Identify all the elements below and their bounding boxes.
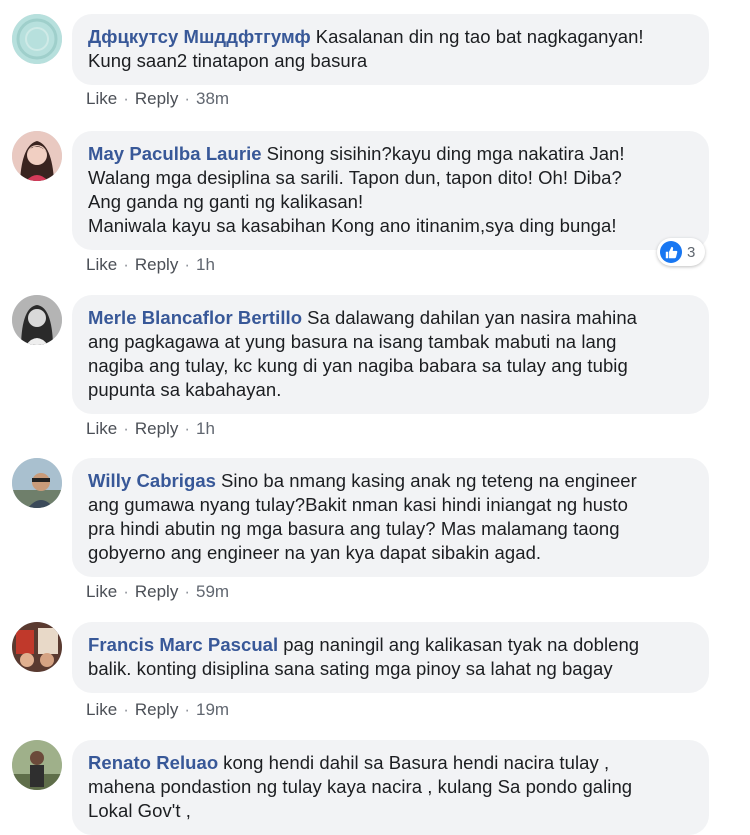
comment-text: kong hendi dahil sa Basura hendi nacira … [223, 752, 610, 773]
comment-author[interactable]: Francis Marc Pascual [88, 634, 278, 655]
separator-dot: · [123, 89, 129, 108]
comment-bubble: Дфцкутсу Мшддфтгумф Kasalanan din ng tao … [72, 14, 709, 85]
like-link[interactable]: Like [86, 89, 117, 108]
avatar-image [12, 622, 62, 672]
comment-actions: Like · Reply · 59m [86, 581, 229, 603]
comment-actions: Like · Reply · 38m [86, 88, 229, 110]
reply-link[interactable]: Reply [135, 582, 178, 601]
comment-time[interactable]: 19m [196, 700, 229, 719]
separator-dot: · [123, 582, 129, 601]
avatar[interactable] [12, 14, 62, 64]
comment-text: balik. konting disiplina sana sating mga… [88, 658, 613, 679]
separator-dot: · [123, 419, 129, 438]
comment-time[interactable]: 59m [196, 582, 229, 601]
reaction-count: 3 [687, 243, 696, 261]
comment-author[interactable]: Merle Blancaflor Bertillo [88, 307, 302, 328]
avatar-image [12, 131, 62, 181]
comment-time[interactable]: 1h [196, 419, 215, 438]
separator-dot: · [123, 255, 129, 274]
comment-text: gobyerno ang engineer na yan kya dapat s… [88, 542, 542, 563]
reply-link[interactable]: Reply [135, 255, 178, 274]
reply-link[interactable]: Reply [135, 89, 178, 108]
separator-dot: · [184, 255, 190, 274]
comment-author[interactable]: May Paculba Laurie [88, 143, 262, 164]
like-link[interactable]: Like [86, 255, 117, 274]
comment-bubble: Renato Reluao kong hendi dahil sa Basura … [72, 740, 709, 835]
comment-text: Maniwala kayu sa kasabihan Kong ano itin… [88, 215, 617, 236]
comment-actions: Like · Reply · 1h [86, 418, 215, 440]
comment-text: mahena pondastion ng tulay kaya nacira ,… [88, 776, 633, 797]
reply-link[interactable]: Reply [135, 419, 178, 438]
comment-text: Kasalanan din ng tao bat nagkaganyan! [315, 26, 644, 47]
avatar-image [12, 740, 62, 790]
comment-text: ang gumawa nyang tulay?Bakit nman kasi h… [88, 494, 628, 515]
reaction-count-badge[interactable]: 3 [657, 238, 705, 266]
comment-text: pra hindi abutin ng mga basura ang tulay… [88, 518, 620, 539]
comment-text: pupunta sa kabahayan. [88, 379, 282, 400]
comment-text: Lokal Gov't , [88, 800, 191, 821]
separator-dot: · [184, 419, 190, 438]
comment-bubble: Francis Marc Pascual pag naningil ang kal… [72, 622, 709, 693]
comment-text: nagiba ang tulay, kc kung di yan nagiba … [88, 355, 628, 376]
comment-text: Sa dalawang dahilan yan nasira mahina [307, 307, 637, 328]
avatar-image [12, 458, 62, 508]
comment-bubble: Merle Blancaflor Bertillo Sa dalawang dah… [72, 295, 709, 414]
comment-time[interactable]: 1h [196, 255, 215, 274]
separator-dot: · [184, 700, 190, 719]
like-thumb-icon [660, 241, 682, 263]
reply-link[interactable]: Reply [135, 700, 178, 719]
comment-text: pag naningil ang kalikasan tyak na doble… [283, 634, 640, 655]
avatar[interactable] [12, 458, 62, 508]
comment-text: Sinong sisihin?kayu ding mga nakatira Ja… [266, 143, 625, 164]
comment-bubble: May Paculba Laurie Sinong sisihin?kayu di… [72, 131, 709, 250]
comment-author[interactable]: Renato Reluao [88, 752, 218, 773]
comment-text: ang pagkagawa at yung basura na isang ta… [88, 331, 617, 352]
comment-text: Kung saan2 tinatapon ang basura [88, 50, 368, 71]
separator-dot: · [184, 582, 190, 601]
comment-time[interactable]: 38m [196, 89, 229, 108]
comment-author[interactable]: Дфцкутсу Мшддфтгумф [88, 26, 311, 47]
avatar[interactable] [12, 131, 62, 181]
avatar[interactable] [12, 295, 62, 345]
like-link[interactable]: Like [86, 582, 117, 601]
comment-actions: Like · Reply · 1h [86, 254, 215, 276]
separator-dot: · [123, 700, 129, 719]
avatar-image [12, 14, 62, 64]
like-link[interactable]: Like [86, 700, 117, 719]
avatar[interactable] [12, 740, 62, 790]
like-link[interactable]: Like [86, 419, 117, 438]
comment-bubble: Willy Cabrigas Sino ba nmang kasing anak … [72, 458, 709, 577]
comment-author[interactable]: Willy Cabrigas [88, 470, 216, 491]
separator-dot: · [184, 89, 190, 108]
comment-text: Walang mga desiplina sa sarili. Tapon du… [88, 167, 622, 188]
avatar[interactable] [12, 622, 62, 672]
comment-text: Ang ganda ng ganti ng kalikasan! [88, 191, 364, 212]
comment-text: Sino ba nmang kasing anak ng teteng na e… [221, 470, 637, 491]
comment-actions: Like · Reply · 19m [86, 699, 229, 721]
avatar-image [12, 295, 62, 345]
